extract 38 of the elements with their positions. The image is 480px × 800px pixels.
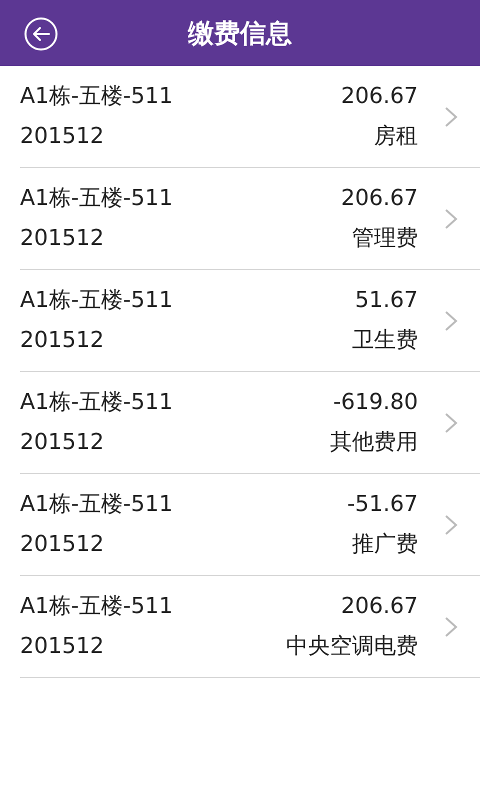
payment-item[interactable]: A1栋-五楼-511 -619.80 201512 其他费用 — [20, 372, 480, 474]
period-label: 201512 — [20, 530, 105, 558]
fee-type-label: 卫生费 — [352, 326, 418, 354]
unit-label: A1栋-五楼-511 — [20, 592, 174, 620]
chevron-right-icon — [444, 208, 458, 230]
back-icon[interactable] — [24, 17, 58, 51]
unit-label: A1栋-五楼-511 — [20, 184, 174, 212]
fee-type-label: 其他费用 — [330, 428, 418, 456]
amount-label: -619.80 — [332, 388, 418, 416]
fee-type-label: 推广费 — [351, 530, 418, 558]
period-label: 201512 — [20, 428, 105, 456]
period-label: 201512 — [20, 326, 105, 354]
fee-type-label: 管理费 — [351, 224, 418, 252]
period-label: 201512 — [20, 122, 105, 150]
payment-item[interactable]: A1栋-五楼-511 -51.67 201512 推广费 — [20, 474, 480, 576]
chevron-right-icon — [444, 106, 458, 128]
amount-label: -51.67 — [347, 490, 418, 518]
payment-item[interactable]: A1栋-五楼-511 51.67 201512 卫生费 — [20, 270, 480, 372]
amount-label: 206.67 — [340, 592, 418, 620]
chevron-right-icon — [444, 412, 458, 434]
chevron-right-icon — [444, 616, 458, 638]
unit-label: A1栋-五楼-511 — [20, 82, 174, 110]
chevron-right-icon — [444, 514, 458, 536]
unit-label: A1栋-五楼-511 — [20, 490, 174, 518]
amount-label: 206.67 — [341, 184, 418, 212]
amount-label: 206.67 — [341, 82, 418, 110]
fee-type-label: 中央空调电费 — [286, 632, 418, 660]
period-label: 201512 — [20, 224, 105, 252]
unit-label: A1栋-五楼-511 — [20, 388, 174, 416]
payment-item[interactable]: A1栋-五楼-511 206.67 201512 管理费 — [20, 168, 480, 270]
payment-item[interactable]: A1栋-五楼-511 206.67 201512 中央空调电费 — [20, 576, 480, 678]
period-label: 201512 — [20, 632, 105, 660]
unit-label: A1栋-五楼-511 — [20, 286, 174, 314]
amount-label: 51.67 — [354, 286, 418, 314]
page-title: 缴费信息 — [188, 18, 292, 50]
fee-type-label: 房租 — [373, 122, 418, 150]
chevron-right-icon — [444, 310, 458, 332]
payment-item[interactable]: A1栋-五楼-511 206.67 201512 房租 — [20, 66, 480, 168]
